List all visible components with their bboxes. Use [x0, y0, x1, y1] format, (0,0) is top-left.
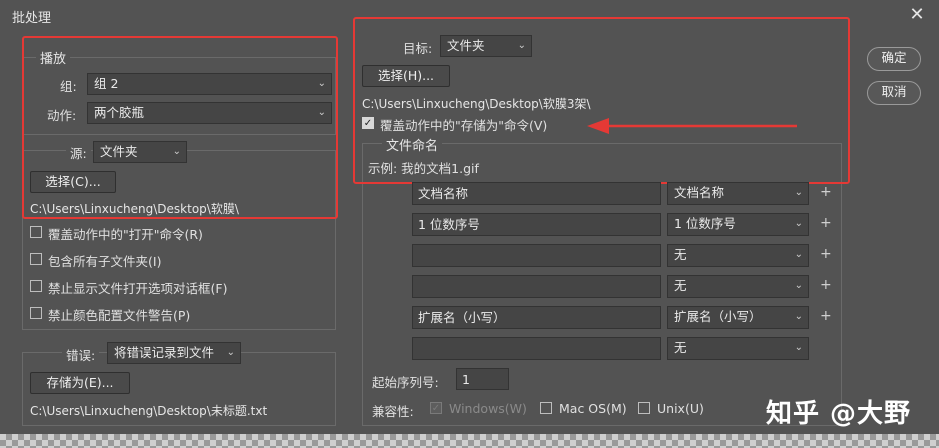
chevron-down-icon: ⌄: [794, 187, 803, 198]
start-serial-input[interactable]: 1: [456, 368, 509, 390]
naming-select-1-value: 文档名称: [674, 185, 725, 200]
errors-value: 将错误记录到文件: [114, 345, 215, 360]
annotation-box-left: [22, 36, 338, 219]
zhihu-watermark: 知乎 @大野: [766, 399, 912, 429]
naming-select-4[interactable]: 无 ⌄: [667, 275, 809, 298]
add-row-2-icon[interactable]: +: [820, 215, 832, 231]
transparency-checker-strip: [0, 434, 939, 448]
chevron-down-icon: ⌄: [794, 280, 803, 291]
close-icon[interactable]: ✕: [904, 2, 930, 28]
naming-select-3[interactable]: 无 ⌄: [667, 244, 809, 267]
compat-unix-label: Unix(U): [657, 401, 704, 416]
chevron-down-icon: ⌄: [794, 249, 803, 260]
add-row-5-icon[interactable]: +: [820, 308, 832, 324]
start-serial-label: 起始序列号:: [372, 375, 439, 390]
cancel-button[interactable]: 取消: [867, 81, 921, 105]
override-open-checkbox[interactable]: [30, 226, 42, 238]
naming-select-2[interactable]: 1 位数序号 ⌄: [667, 213, 809, 236]
compat-macos-checkbox[interactable]: [540, 402, 552, 414]
include-subfolders-label: 包含所有子文件夹(I): [48, 254, 162, 269]
add-row-1-icon[interactable]: +: [820, 184, 832, 200]
naming-field-6[interactable]: [412, 337, 661, 360]
naming-select-2-value: 1 位数序号: [674, 216, 736, 231]
suppress-color-warning-label: 禁止颜色配置文件警告(P): [48, 308, 191, 323]
compat-windows-checkbox: ✓: [430, 402, 442, 414]
naming-select-3-value: 无: [674, 247, 687, 262]
errors-label: 错误:: [62, 345, 100, 364]
ok-button[interactable]: 确定: [867, 47, 921, 71]
naming-select-1[interactable]: 文档名称 ⌄: [667, 182, 809, 205]
naming-field-1[interactable]: 文档名称: [412, 182, 661, 205]
override-open-label: 覆盖动作中的"打开"命令(R): [48, 227, 203, 242]
compat-windows-label: Windows(W): [449, 401, 527, 416]
include-subfolders-checkbox[interactable]: [30, 253, 42, 265]
chevron-down-icon: ⌄: [794, 342, 803, 353]
errors-path: C:\Users\Linxucheng\Desktop\未标题.txt: [30, 404, 268, 418]
save-as-button[interactable]: 存储为(E)...: [30, 372, 130, 394]
chevron-down-icon: ⌄: [794, 218, 803, 229]
add-row-3-icon[interactable]: +: [820, 246, 832, 262]
naming-select-5-value: 扩展名（小写）: [674, 309, 762, 324]
compat-macos-label: Mac OS(M): [559, 401, 627, 416]
compat-unix-checkbox[interactable]: [638, 402, 650, 414]
naming-select-5[interactable]: 扩展名（小写） ⌄: [667, 306, 809, 329]
naming-select-6[interactable]: 无 ⌄: [667, 337, 809, 360]
chevron-down-icon: ⌄: [794, 311, 803, 322]
naming-select-4-value: 无: [674, 278, 687, 293]
annotation-box-right: [353, 17, 850, 184]
chevron-down-icon: ⌄: [226, 347, 235, 358]
add-row-4-icon[interactable]: +: [820, 277, 832, 293]
naming-field-4[interactable]: [412, 275, 661, 298]
suppress-open-options-checkbox[interactable]: [30, 280, 42, 292]
naming-select-6-value: 无: [674, 340, 687, 355]
naming-field-3[interactable]: [412, 244, 661, 267]
compat-label: 兼容性:: [372, 404, 414, 419]
naming-field-2[interactable]: 1 位数序号: [412, 213, 661, 236]
errors-select[interactable]: 将错误记录到文件 ⌄: [107, 342, 241, 364]
batch-dialog: 批处理 ✕ 播放 组: 组 2 ⌄ 动作: 两个胶瓶 ⌄ 源: 文件夹 ⌄ 选择…: [0, 0, 939, 448]
naming-field-5[interactable]: 扩展名（小写）: [412, 306, 661, 329]
window-title: 批处理: [12, 11, 52, 26]
suppress-color-warning-checkbox[interactable]: [30, 307, 42, 319]
suppress-open-options-label: 禁止显示文件打开选项对话框(F): [48, 281, 228, 296]
